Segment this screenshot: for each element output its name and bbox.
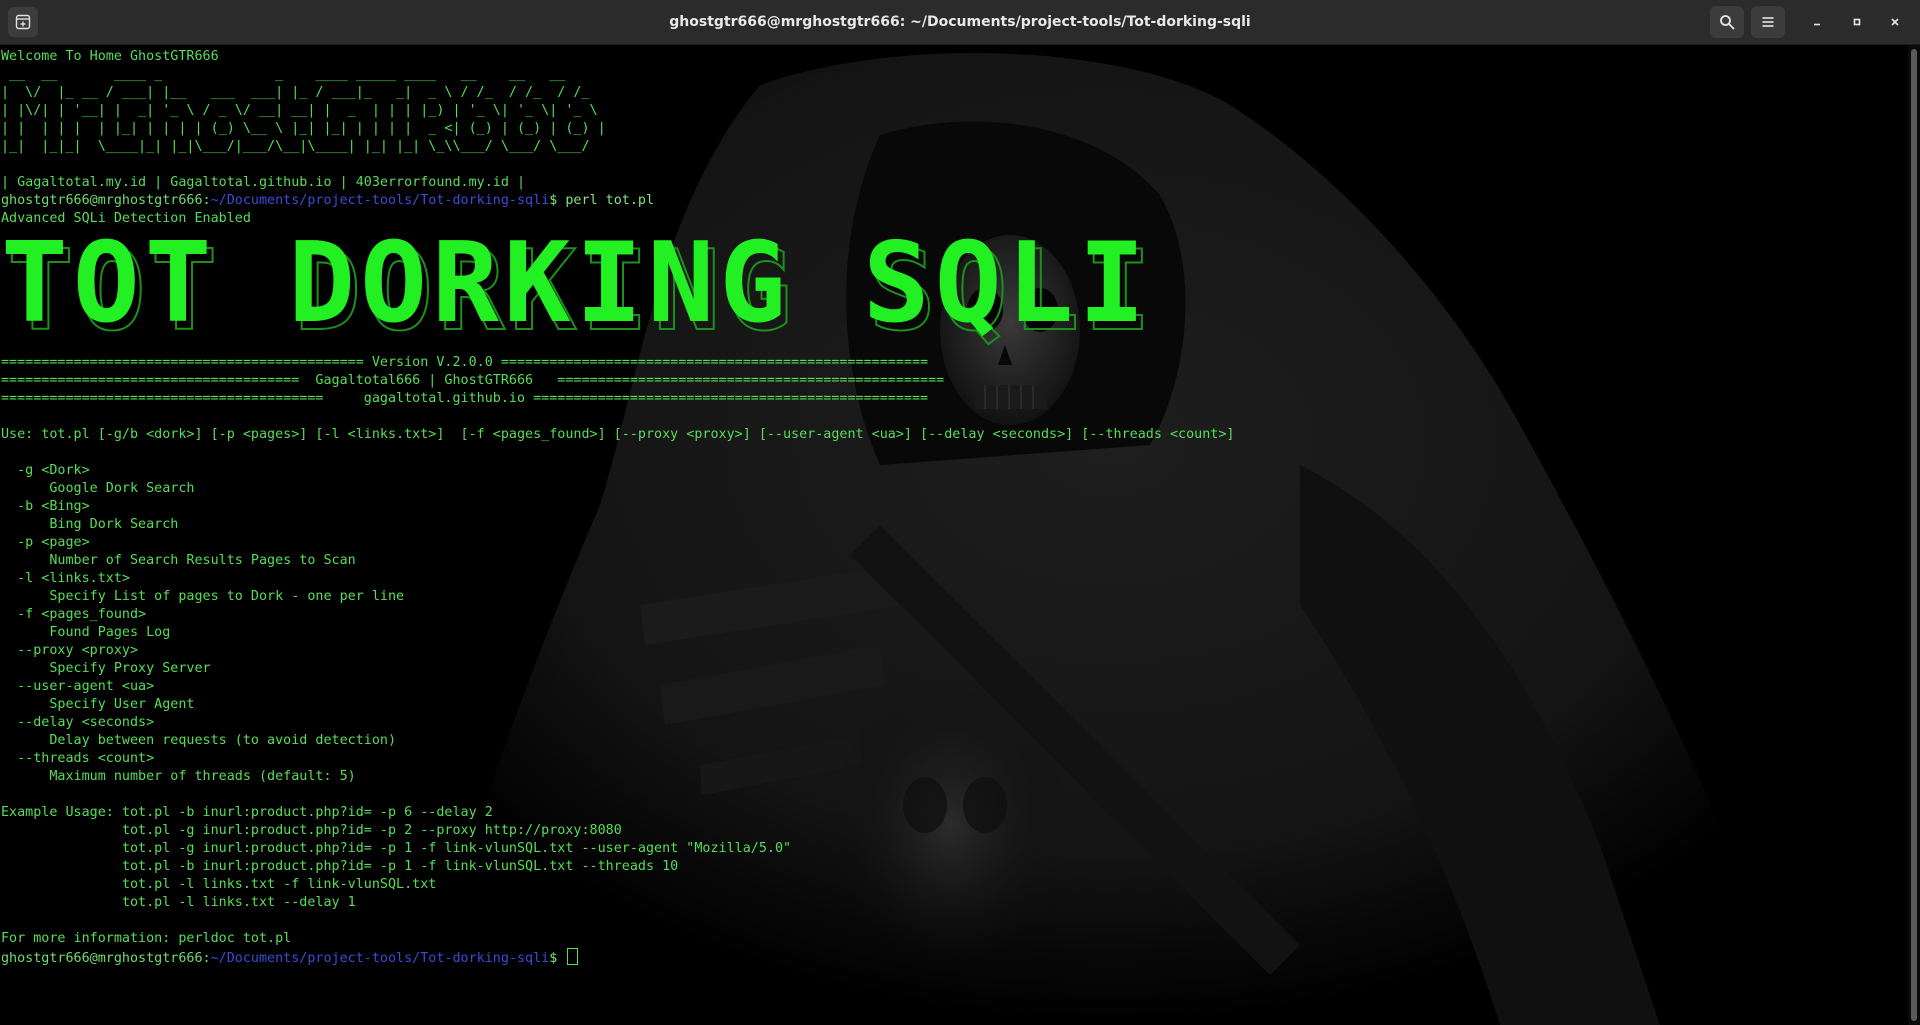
- terminal-output: Welcome To Home GhostGTR666 __ __ ____ _…: [1, 48, 1901, 966]
- usage-line: Use: tot.pl [-g/b <dork>] [-p <pages>] […: [1, 427, 1235, 442]
- option-flag: -p <page>: [17, 535, 90, 550]
- new-tab-button[interactable]: [8, 7, 38, 37]
- option-desc: Specify List of pages to Dork - one per …: [49, 589, 405, 604]
- prompt-command: perl tot.pl: [565, 193, 655, 208]
- option-desc: Specify Proxy Server: [49, 661, 211, 676]
- prompt-colon: :: [202, 951, 211, 966]
- maximize-button[interactable]: [1844, 9, 1870, 35]
- new-tab-icon: [15, 14, 31, 30]
- example-label: Example Usage:: [1, 805, 122, 820]
- minimize-button[interactable]: [1804, 9, 1830, 35]
- welcome-line: Welcome To Home GhostGTR666: [1, 49, 219, 64]
- option-desc: Found Pages Log: [49, 625, 171, 640]
- ascii-art-line: | | | | | | |_| | | | | (_) \__ \ |_| |_…: [1, 121, 606, 136]
- banner: TOT DORKING SQLI TOT DORKING SQLI: [1, 219, 1901, 348]
- window-title: ghostgtr666@mrghostgtr666: ~/Documents/p…: [669, 14, 1251, 30]
- title-bar: ghostgtr666@mrghostgtr666: ~/Documents/p…: [0, 0, 1920, 45]
- prompt-user: ghostgtr666@mrghostgtr666: [1, 951, 203, 966]
- close-icon: [1891, 18, 1899, 26]
- option-flag: -f <pages_found>: [17, 607, 147, 622]
- option-desc: Number of Search Results Pages to Scan: [49, 553, 356, 568]
- menu-button[interactable]: [1751, 6, 1785, 38]
- more-info-line: For more information: perldoc tot.pl: [1, 931, 292, 946]
- prompt-user: ghostgtr666@mrghostgtr666: [1, 193, 203, 208]
- example-line: tot.pl -b inurl:product.php?id= -p 1 -f …: [121, 859, 679, 874]
- option-flag: --threads <count>: [17, 751, 155, 766]
- example-line: tot.pl -g inurl:product.php?id= -p 1 -f …: [121, 841, 792, 856]
- ascii-art-line: | \/ |_ __ / ___| |__ ___ ___| |_ / ___|…: [1, 85, 590, 100]
- maximize-icon: [1853, 18, 1861, 26]
- option-desc: Maximum number of threads (default: 5): [49, 769, 356, 784]
- ascii-art-line: | |\/| | '__| | _| '_ \ / _ \/ __| __| |…: [1, 103, 598, 118]
- option-desc: Delay between requests (to avoid detecti…: [49, 733, 397, 748]
- search-icon: [1720, 15, 1735, 30]
- prompt-line: ghostgtr666@mrghostgtr666:~/Documents/pr…: [1, 192, 1901, 210]
- example-line: tot.pl -g inurl:product.php?id= -p 2 --p…: [121, 823, 622, 838]
- version-line: ===================================== Ga…: [1, 373, 945, 388]
- example-line: tot.pl -l links.txt -f link-vlunSQL.txt: [121, 877, 437, 892]
- option-flag: --delay <seconds>: [17, 715, 155, 730]
- option-desc: Specify User Agent: [49, 697, 195, 712]
- example-line: tot.pl -l links.txt --delay 1: [121, 895, 356, 910]
- search-button[interactable]: [1710, 6, 1744, 38]
- prompt-colon: :: [202, 193, 211, 208]
- links-line: | Gagaltotal.my.id | Gagaltotal.github.i…: [1, 175, 526, 190]
- version-line: ========================================…: [1, 355, 929, 370]
- prompt-path: ~/Documents/project-tools/Tot-dorking-sq…: [210, 951, 550, 966]
- ascii-art-line: |_| |_|_| \____|_| |_|\___/|___/\__|\___…: [1, 139, 590, 154]
- scrollbar-thumb[interactable]: [1911, 49, 1917, 1021]
- example-line: Example Usage: tot.pl -b inurl:product.p…: [1, 805, 493, 820]
- version-line: ========================================…: [1, 391, 929, 406]
- terminal-view[interactable]: Welcome To Home GhostGTR666 __ __ ____ _…: [0, 45, 1908, 1025]
- option-flag: --proxy <proxy>: [17, 643, 139, 658]
- option-desc: Google Dork Search: [49, 481, 195, 496]
- close-button[interactable]: [1882, 9, 1908, 35]
- banner-title: TOT DORKING SQLI: [1, 219, 1151, 348]
- option-flag: --user-agent <ua>: [17, 679, 155, 694]
- option-flag: -l <links.txt>: [17, 571, 130, 586]
- option-desc: Bing Dork Search: [49, 517, 179, 532]
- hamburger-menu-icon: [1762, 17, 1774, 27]
- ascii-art-line: __ __ ____ _ _ ____ _____ ____ __ __ __: [1, 67, 566, 82]
- minimize-icon: [1814, 23, 1820, 26]
- terminal-scrollbar[interactable]: [1908, 45, 1920, 1025]
- option-flag: -g <Dork>: [17, 463, 90, 478]
- prompt-path: ~/Documents/project-tools/Tot-dorking-sq…: [210, 193, 550, 208]
- text-cursor[interactable]: [567, 948, 579, 965]
- prompt-line-active[interactable]: ghostgtr666@mrghostgtr666:~/Documents/pr…: [1, 948, 1901, 966]
- option-flag: -b <Bing>: [17, 499, 90, 514]
